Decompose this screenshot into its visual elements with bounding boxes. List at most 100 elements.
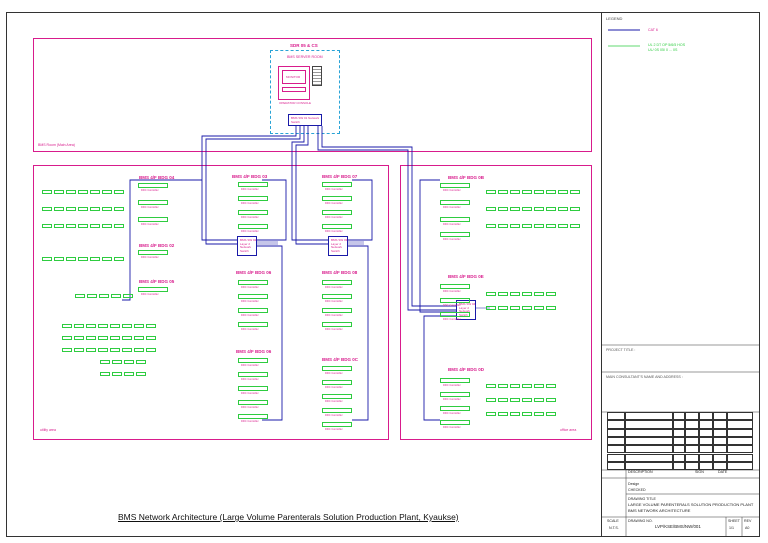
- field-device: [66, 190, 76, 194]
- revision-cell: [685, 436, 699, 446]
- ddc-controller: DDC Controller: [138, 287, 168, 296]
- ddc-controller: DDC Controller: [138, 200, 168, 209]
- controller-label: DDC Controller: [241, 328, 259, 331]
- controller-label: DDC Controller: [241, 188, 259, 191]
- field-device: [114, 257, 124, 261]
- revision-cell: [607, 445, 625, 454]
- ddc-controller: DDC Controller: [238, 414, 268, 423]
- field-device: [66, 224, 76, 228]
- revision-cell: [625, 461, 673, 471]
- field-device: [522, 412, 532, 416]
- controller-label: DDC Controller: [241, 392, 259, 395]
- revision-cell: [607, 428, 625, 437]
- ddc-controller: DDC Controller: [238, 280, 268, 289]
- field-device: [78, 207, 88, 211]
- field-device: [99, 294, 109, 298]
- field-device: [110, 324, 120, 328]
- revision-cell: [625, 420, 673, 429]
- ddc-controller: DDC Controller: [440, 217, 470, 226]
- field-device: [146, 336, 156, 340]
- switch-sw02-label: BMS SW 02 Layer 2 Network Switch: [240, 238, 257, 253]
- controller-label: DDC Controller: [241, 202, 259, 205]
- controller-label: DDC Controller: [241, 286, 259, 289]
- switch-sw03: BMS SW 03 Layer 2 Network Switch: [328, 236, 348, 256]
- controller-label: DDC Controller: [443, 238, 461, 241]
- top-title: SDR 05 & CS: [290, 43, 318, 48]
- group-title-bdg05: BMS 4/F BDG 05: [139, 279, 175, 284]
- controller-label: DDC Controller: [443, 412, 461, 415]
- drawing-title: LARGE VOLUME PARENTERALS SOLUTION PRODUC…: [628, 502, 754, 507]
- field-device: [110, 336, 120, 340]
- revision-cell: [685, 445, 699, 454]
- ddc-controller: DDC Controller: [322, 280, 352, 289]
- ddc-controller: DDC Controller: [238, 224, 268, 233]
- revision-cell: [607, 412, 625, 421]
- revision-cell: [699, 436, 713, 446]
- field-device: [54, 257, 64, 261]
- field-device: [546, 224, 556, 228]
- checked-label: CHECKED: [628, 488, 646, 492]
- revision-cell: [699, 412, 713, 421]
- group-title-bdg07: BMS 4/F BDG 07: [322, 174, 358, 179]
- controller-label: DDC Controller: [325, 400, 343, 403]
- sheet-value: 1/1: [729, 526, 734, 530]
- field-device: [90, 190, 100, 194]
- field-device: [510, 292, 520, 296]
- controller-label: DDC Controller: [325, 328, 343, 331]
- ddc-controller: DDC Controller: [238, 182, 268, 191]
- field-device: [124, 372, 134, 376]
- field-device: [510, 412, 520, 416]
- field-device: [486, 412, 496, 416]
- controller-label: DDC Controller: [241, 364, 259, 367]
- ddc-controller: DDC Controller: [138, 183, 168, 192]
- field-device: [546, 292, 556, 296]
- ddc-controller: DDC Controller: [322, 408, 352, 417]
- field-device: [90, 207, 100, 211]
- field-device: [546, 412, 556, 416]
- group-title-bdg0e: BMS 4/F BDG 0E: [448, 274, 484, 279]
- field-device: [498, 412, 508, 416]
- field-device: [510, 190, 520, 194]
- revision-table: [607, 412, 753, 471]
- field-device: [510, 398, 520, 402]
- field-device: [558, 190, 568, 194]
- controller-label: DDC Controller: [325, 202, 343, 205]
- revision-cell: [713, 445, 727, 454]
- group-title-bdg0c: BMS 4/F BDG 0C: [322, 357, 359, 362]
- field-device: [546, 306, 556, 310]
- field-device: [546, 398, 556, 402]
- field-device: [498, 384, 508, 388]
- field-device: [146, 324, 156, 328]
- controller-label: DDC Controller: [443, 304, 461, 307]
- field-device: [42, 207, 52, 211]
- field-device: [522, 224, 532, 228]
- project-title-label: PROJECT TITLE :: [606, 348, 636, 352]
- field-device: [546, 384, 556, 388]
- field-device: [124, 360, 134, 364]
- revision-cell: [727, 453, 753, 462]
- field-device: [102, 257, 112, 261]
- field-device: [98, 324, 108, 328]
- field-device: [136, 372, 146, 376]
- monitor-label: MONITOR: [286, 75, 301, 79]
- sheet-label: SHEET: [728, 519, 740, 523]
- field-device: [486, 306, 496, 310]
- controller-label: DDC Controller: [443, 384, 461, 387]
- ddc-controller: DDC Controller: [322, 380, 352, 389]
- field-device: [546, 207, 556, 211]
- ddc-controller: DDC Controller: [440, 406, 470, 415]
- revision-cell: [673, 445, 685, 454]
- field-device: [522, 292, 532, 296]
- workstation-label: OPERATOR CONSOLE: [279, 101, 312, 105]
- field-device: [486, 292, 496, 296]
- drawing-subtitle: BMS NETWORK ARCHITECTURE: [628, 508, 691, 513]
- right-zone-label: office area: [560, 428, 577, 432]
- ddc-controller: DDC Controller: [440, 378, 470, 387]
- core-switch: BMS SW 01 Network Switch: [288, 114, 322, 126]
- group-title-bdg0b: BMS 4/F BDG 0B: [448, 175, 485, 180]
- revision-cell: [727, 445, 753, 454]
- ddc-controller: DDC Controller: [440, 232, 470, 241]
- ddc-controller: DDC Controller: [238, 210, 268, 219]
- field-device: [122, 336, 132, 340]
- field-device: [42, 190, 52, 194]
